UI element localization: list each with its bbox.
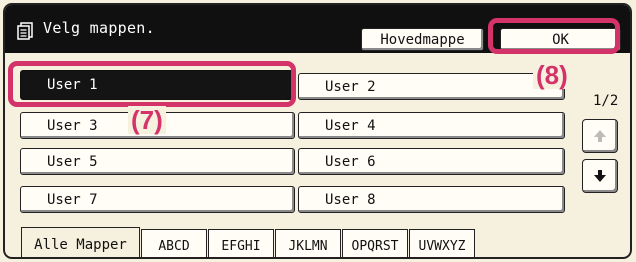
scroll-up-button[interactable]	[582, 119, 618, 153]
callout-label-8: (8)	[533, 61, 571, 89]
user-button-6[interactable]: User 6	[298, 148, 565, 175]
folder-list-icon	[17, 22, 33, 40]
user-button-5[interactable]: User 5	[20, 148, 295, 175]
tab-abcd[interactable]: ABCD	[141, 229, 207, 257]
tab-opqrst[interactable]: OPQRST	[342, 229, 408, 257]
scroll-down-button[interactable]	[582, 159, 618, 193]
annotation-highlight-user1	[8, 61, 296, 107]
tab-jklmn[interactable]: JKLMN	[275, 229, 341, 257]
page-indicator: 1/2	[593, 93, 619, 109]
user-button-7[interactable]: User 7	[20, 186, 295, 213]
annotation-highlight-ok	[488, 18, 620, 54]
user-button-8[interactable]: User 8	[298, 186, 565, 213]
arrow-down-icon	[594, 170, 606, 182]
callout-label-7: (7)	[128, 106, 166, 134]
tab-all-folders[interactable]: Alle Mapper	[21, 227, 140, 257]
page-title: Velg mappen.	[43, 19, 155, 37]
tab-efghi[interactable]: EFGHI	[208, 229, 274, 257]
tab-uvwxyz[interactable]: UVWXYZ	[409, 229, 475, 257]
user-button-4[interactable]: User 4	[298, 112, 565, 139]
home-folder-button[interactable]: Hovedmappe	[361, 28, 484, 51]
arrow-up-icon	[594, 130, 606, 142]
user-button-2[interactable]: User 2	[298, 73, 565, 100]
